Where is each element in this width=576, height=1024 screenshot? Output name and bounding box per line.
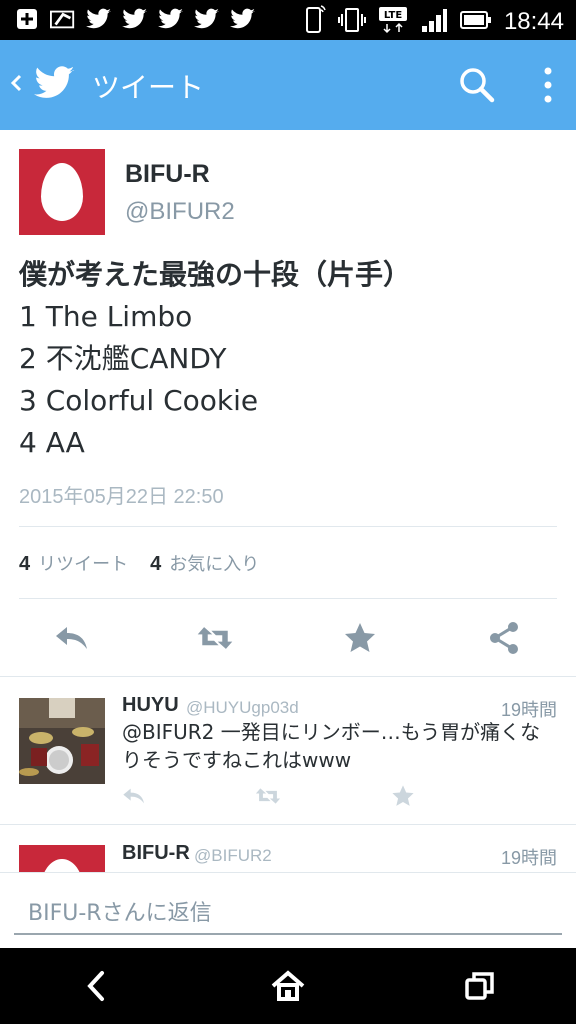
- favorite-count[interactable]: 4: [150, 553, 161, 576]
- author-avatar[interactable]: [19, 149, 105, 235]
- twitter-icon: [230, 6, 256, 32]
- page-title: ツイート: [92, 71, 205, 104]
- reply-icon[interactable]: [52, 618, 92, 658]
- twitter-icon: [122, 6, 148, 32]
- status-bar: LTE 18:44: [0, 0, 576, 40]
- divider: [0, 824, 576, 825]
- divider: [19, 598, 557, 599]
- tweet-line: 1 The Limbo: [19, 300, 193, 333]
- reply-input[interactable]: BIFU-Rさんに返信: [14, 887, 562, 935]
- tweet-text: 僕が考えた最強の十段（片手） 1 The Limbo 2 不沈艦CANDY 3 …: [19, 254, 559, 464]
- svg-text:LTE: LTE: [384, 10, 403, 21]
- reply-time: 19時間: [500, 848, 557, 868]
- reply-author-name[interactable]: HUYU: [122, 694, 179, 717]
- twitter-icon: [86, 6, 112, 32]
- retweet-label[interactable]: リツイート: [38, 550, 128, 576]
- app-bar: ツイート: [0, 40, 576, 130]
- divider: [0, 676, 576, 677]
- reply-text: @BIFUR2 一発目にリンボー…もう胃が痛くなりそうですねこれはwww: [122, 720, 541, 772]
- search-icon[interactable]: [458, 66, 496, 104]
- vibrate-icon: [337, 6, 366, 38]
- favorite-star-icon[interactable]: [340, 618, 380, 658]
- plus-icon: [14, 6, 40, 32]
- twitter-icon: [158, 6, 184, 32]
- twitter-icon: [194, 6, 220, 32]
- retweet-count[interactable]: 4: [19, 553, 30, 576]
- reply-author-handle[interactable]: @BIFUR2: [194, 846, 272, 866]
- clock: 18:44: [503, 8, 564, 35]
- navigation-bar: [0, 948, 576, 1024]
- tweet-line: 僕が考えた最強の十段（片手）: [19, 258, 412, 291]
- reply-author-name[interactable]: BIFU-R: [122, 842, 190, 865]
- reply-composer: BIFU-Rさんに返信: [0, 872, 576, 948]
- battery-icon: [459, 10, 492, 34]
- lte-icon: LTE: [378, 5, 408, 39]
- phone-icon: [304, 4, 326, 40]
- overflow-menu-icon[interactable]: [536, 64, 560, 106]
- system-icons: LTE 18:44: [304, 4, 564, 40]
- twitter-bird-icon[interactable]: [34, 64, 76, 102]
- notification-icons: [14, 6, 256, 32]
- recents-icon[interactable]: [460, 968, 500, 1004]
- tweet-timestamp: 2015年05月22日 22:50: [19, 486, 224, 508]
- retweet-icon[interactable]: [195, 618, 235, 658]
- tweet-line: 2 不沈艦CANDY: [19, 342, 227, 375]
- reply-icon[interactable]: [120, 784, 148, 808]
- tweet-stats: 4 リツイート 4 お気に入り: [19, 550, 281, 576]
- author-name[interactable]: BIFU-R: [125, 160, 210, 189]
- egg-icon: [41, 163, 83, 221]
- favorite-label[interactable]: お気に入り: [169, 550, 259, 576]
- favorite-star-icon[interactable]: [389, 784, 417, 808]
- share-icon[interactable]: [484, 618, 524, 658]
- divider: [19, 526, 557, 527]
- retweet-icon[interactable]: [254, 784, 282, 808]
- photo-icon: [50, 6, 76, 32]
- tweet-line: 3 Colorful Cookie: [19, 384, 259, 417]
- reply-avatar[interactable]: [19, 698, 105, 784]
- back-chevron-icon[interactable]: [8, 68, 24, 98]
- author-handle[interactable]: @BIFUR2: [125, 198, 235, 226]
- signal-icon: [420, 6, 448, 38]
- home-icon[interactable]: [268, 968, 308, 1004]
- reply-avatar[interactable]: [19, 845, 105, 875]
- reply-author-handle[interactable]: @HUYUgp03d: [186, 698, 299, 718]
- back-icon[interactable]: [76, 968, 116, 1004]
- tweet-line: 4 AA: [19, 426, 85, 459]
